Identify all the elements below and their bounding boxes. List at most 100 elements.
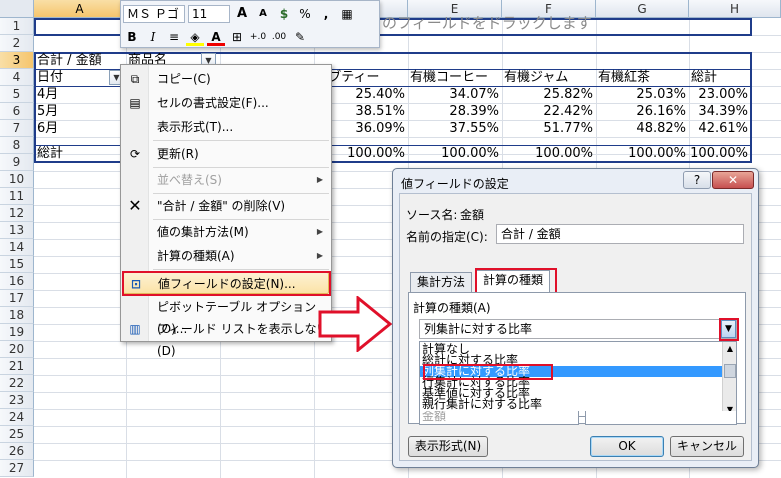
italic-button[interactable]: I [144,28,162,46]
column-header-cell[interactable]: 有機コーヒー [410,69,500,86]
format-painter-grid-icon[interactable]: ▦ [338,5,356,23]
format-painter-icon[interactable]: ✎ [291,28,309,46]
row-header-26[interactable]: 26 [0,443,34,460]
menu-item-hide-field-list[interactable]: ▥ フィールド リストを表示しない(D) [123,318,329,358]
column-header-cell[interactable]: 総計 [691,69,749,86]
row-header-22[interactable]: 22 [0,375,34,392]
decrease-decimal-button[interactable]: .00 [270,28,288,46]
row-header-27[interactable]: 27 [0,460,34,477]
menu-item-number-format[interactable]: 表示形式(T)... [123,116,329,138]
value-cell[interactable]: 25.03% [596,86,689,103]
cancel-button[interactable]: キャンセル [670,436,744,457]
scroll-up-icon[interactable]: ▲ [723,342,736,355]
grand-total-cell[interactable]: 100.00% [408,145,502,162]
row-header-17[interactable]: 17 [0,290,34,307]
row-header-24[interactable]: 24 [0,409,34,426]
column-header-g[interactable]: G [596,0,689,18]
font-name-combo[interactable]: ＭＳ Ｐゴ [123,4,185,23]
value-cell[interactable]: 34.39% [689,103,751,120]
base-field-option[interactable]: 金額 [420,411,578,422]
value-cell[interactable]: 22.42% [502,103,596,120]
grand-total-cell[interactable]: 100.00% [502,145,596,162]
base-item-list[interactable] [585,411,737,425]
ok-button[interactable]: OK [590,436,664,457]
row-header-8[interactable]: 8 [0,137,34,154]
row-label-cell[interactable]: 5月 [37,103,122,120]
column-header-h[interactable]: H [689,0,781,18]
currency-format-button[interactable]: $ [275,5,293,23]
row-header-9[interactable]: 9 [0,154,34,171]
grand-total-label[interactable]: 総計 [37,145,122,162]
value-cell[interactable]: 51.77% [502,120,596,137]
tab-summarize-by[interactable]: 集計方法 [410,272,473,292]
increase-decimal-button[interactable]: +.0 [249,28,267,46]
menu-item-show-values-as[interactable]: 計算の種類(A) ▶ [123,245,329,267]
grand-total-cell[interactable]: 100.00% [689,145,751,162]
font-color-button[interactable]: A [207,28,225,46]
menu-item-refresh[interactable]: ⟳ 更新(R) [123,143,329,165]
value-cell[interactable]: 26.16% [596,103,689,120]
row-header-4[interactable]: 4 [0,69,34,86]
value-cell[interactable]: 28.39% [408,103,502,120]
menu-item-copy[interactable]: ⧉ コピー(C) [123,68,329,90]
row-header-11[interactable]: 11 [0,188,34,205]
row-header-16[interactable]: 16 [0,273,34,290]
row-header-10[interactable]: 10 [0,171,34,188]
column-header-a[interactable]: A [34,0,126,18]
column-header-cell[interactable]: 有機ジャム [504,69,594,86]
shrink-font-button[interactable]: A [254,5,272,23]
comma-style-button[interactable]: , [317,5,335,23]
help-button[interactable]: ? [683,171,711,189]
row-header-23[interactable]: 23 [0,392,34,409]
menu-item-summarize-by[interactable]: 値の集計方法(M) ▶ [123,221,329,243]
percent-style-button[interactable]: % [296,5,314,23]
row-header-18[interactable]: 18 [0,307,34,324]
show-values-as-combo[interactable]: 列集計に対する比率 [419,319,737,339]
font-size-combo[interactable]: 11 [188,4,230,23]
scroll-thumb[interactable] [724,364,736,378]
custom-name-field[interactable]: 合計 / 金額 [496,224,744,244]
bold-button[interactable]: B [123,28,141,46]
menu-item-pivot-options[interactable]: ピボットテーブル オプション(O)... [123,296,329,336]
list-scrollbar[interactable]: ▲ ▼ [722,342,736,416]
grand-total-cell[interactable]: 100.00% [596,145,689,162]
list-option[interactable]: 親行集計に対する比率 [420,398,736,410]
value-cell[interactable]: 34.07% [408,86,502,103]
value-cell[interactable]: 48.82% [596,120,689,137]
row-header-2[interactable]: 2 [0,35,34,52]
row-label-cell[interactable]: 4月 [37,86,122,103]
value-cell[interactable]: 25.82% [502,86,596,103]
row-header-15[interactable]: 15 [0,256,34,273]
menu-item-format-cells[interactable]: ▤ セルの書式設定(F)... [123,92,329,114]
fill-color-icon[interactable]: ◈ [186,28,204,46]
value-cell[interactable]: 23.00% [689,86,751,103]
value-cell[interactable]: 42.61% [689,120,751,137]
borders-icon[interactable]: ⊞ [228,28,246,46]
column-header-cell[interactable]: 有機紅茶 [598,69,688,86]
value-cell[interactable]: 37.55% [408,120,502,137]
row-header-14[interactable]: 14 [0,239,34,256]
row-header-25[interactable]: 25 [0,426,34,443]
pivot-row-field-label[interactable]: 日付 [37,69,107,86]
row-header-20[interactable]: 20 [0,341,34,358]
dialog-title: 値フィールドの設定 [401,177,509,191]
row-header-19[interactable]: 19 [0,324,34,341]
grow-font-button[interactable]: A [233,5,251,23]
row-header-7[interactable]: 7 [0,120,34,137]
row-label-cell[interactable]: 6月 [37,120,122,137]
row-header-5[interactable]: 5 [0,86,34,103]
select-all-corner[interactable] [0,0,34,18]
row-header-13[interactable]: 13 [0,222,34,239]
row-header-6[interactable]: 6 [0,103,34,120]
row-header-12[interactable]: 12 [0,205,34,222]
row-header-21[interactable]: 21 [0,358,34,375]
close-button[interactable]: ✕ [712,171,754,189]
pivot-value-field-label[interactable]: 合計 / 金額 [37,52,125,69]
menu-item-remove-field[interactable]: ✕ "合計 / 金額" の削除(V) [123,195,329,217]
base-field-list[interactable]: 金額 [419,411,579,425]
align-center-icon[interactable]: ≡ [165,28,183,46]
row-header-1[interactable]: 1 [0,18,34,35]
show-values-as-label: 計算の種類(A) [413,301,491,315]
number-format-button[interactable]: 表示形式(N) [408,436,488,457]
row-header-3[interactable]: 3 [0,52,34,69]
